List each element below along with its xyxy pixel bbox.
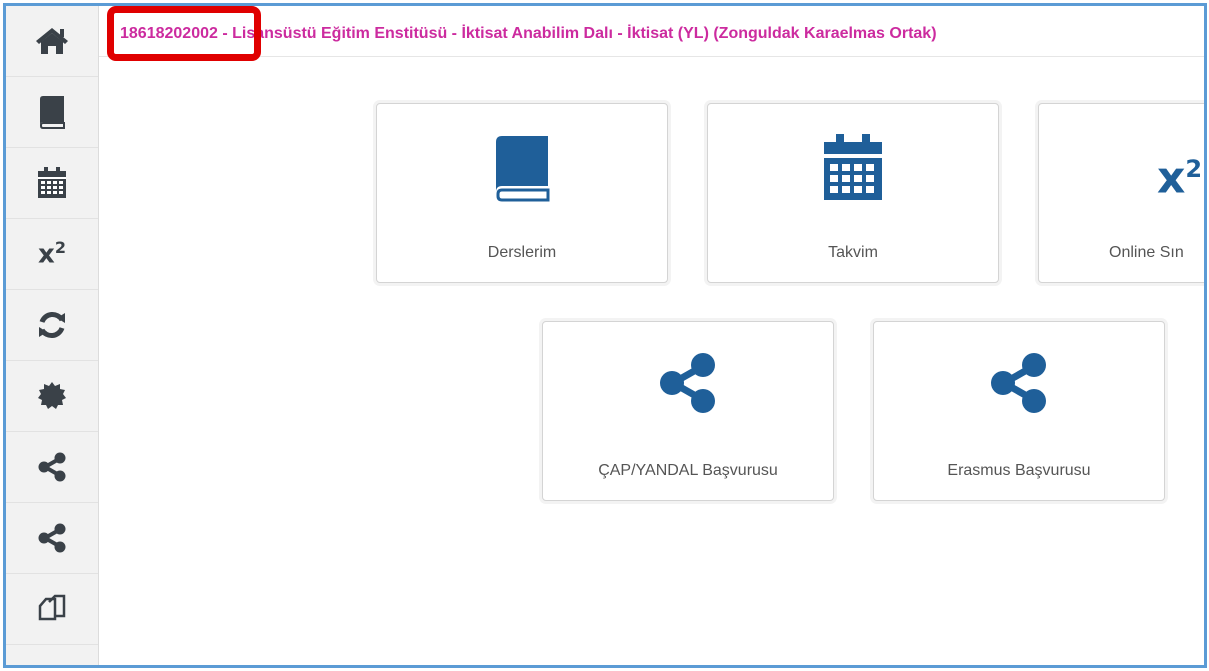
sidebar-item-refresh[interactable] <box>6 290 98 361</box>
sidebar-item-home[interactable] <box>6 6 98 77</box>
card-online-sinav[interactable]: x2 Online Sın <box>1038 103 1204 283</box>
card-cap-yandal[interactable]: ÇAP/YANDAL Başvurusu <box>542 321 834 501</box>
home-icon <box>36 28 68 54</box>
calendar-icon <box>824 134 882 200</box>
certificate-icon <box>38 382 66 409</box>
sidebar-item-certificate[interactable] <box>6 361 98 432</box>
page-title: 18618202002 - Lisansüstü Eğitim Enstitüs… <box>120 25 937 42</box>
card-label: Erasmus Başvurusu <box>947 462 1091 479</box>
superscript-icon: x2 <box>1157 152 1203 204</box>
card-takvim[interactable]: Takvim <box>707 103 999 283</box>
card-label: ÇAP/YANDAL Başvurusu <box>598 462 778 479</box>
sidebar-item-copy[interactable] <box>6 574 98 645</box>
app-frame: x2 18618202002 - Lisansüstü Eğitim Ensti… <box>3 3 1207 668</box>
sidebar: x2 <box>6 6 99 665</box>
card-label: Online Sın <box>1109 244 1184 261</box>
sidebar-item-online-exam[interactable]: x2 <box>6 219 98 290</box>
refresh-icon <box>39 312 65 338</box>
share-icon <box>660 353 715 413</box>
book-icon <box>496 136 550 202</box>
card-label: Takvim <box>828 244 878 261</box>
share-icon <box>991 353 1046 413</box>
book-icon <box>40 96 65 129</box>
superscript-icon: x2 <box>38 238 66 270</box>
copy-icon <box>38 594 66 621</box>
sidebar-item-courses[interactable] <box>6 77 98 148</box>
share-icon <box>38 452 66 482</box>
share-icon <box>38 523 66 553</box>
card-derslerim[interactable]: Derslerim <box>376 103 668 283</box>
sidebar-item-share-1[interactable] <box>6 432 98 503</box>
header-bar: 18618202002 - Lisansüstü Eğitim Enstitüs… <box>99 6 1204 57</box>
sidebar-item-calendar[interactable] <box>6 148 98 219</box>
sidebar-item-share-2[interactable] <box>6 503 98 574</box>
card-label: Derslerim <box>487 244 557 261</box>
calendar-icon <box>38 167 66 198</box>
card-erasmus[interactable]: Erasmus Başvurusu <box>873 321 1165 501</box>
